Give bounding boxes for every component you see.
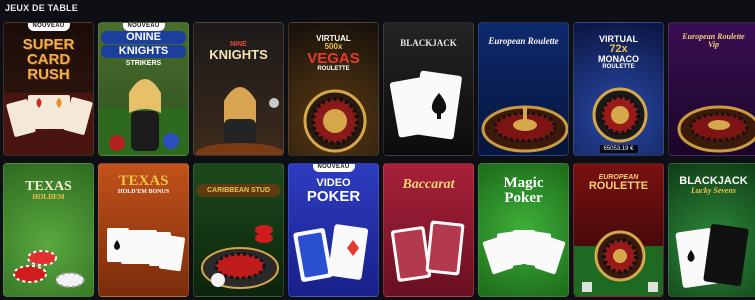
game-title: Baccarat xyxy=(402,177,455,192)
game-tile-nine-knights[interactable]: NINE KNIGHTS xyxy=(193,22,284,156)
game-tile-blackjack[interactable]: BLACKJACK xyxy=(383,22,474,156)
game-title: ONINE KNIGHTS STRIKERS xyxy=(101,31,186,67)
game-title: CARIBBEAN STUD xyxy=(196,184,281,197)
game-tile-super-card-rush[interactable]: NOUVEAU SUPER CARD RUSH xyxy=(3,22,94,156)
section-title: JEUX DE TABLE xyxy=(5,3,78,13)
game-title: NINE KNIGHTS xyxy=(209,41,268,62)
game-tile-magic-poker[interactable]: Magic Poker xyxy=(478,163,569,297)
game-tile-texas-holdem-bonus[interactable]: TEXAS HOLD'EM BONUS xyxy=(98,163,189,297)
game-title: EUROPEAN ROULETTE xyxy=(588,174,649,192)
new-badge: NOUVEAU xyxy=(122,23,165,31)
game-grid: NOUVEAU SUPER CARD RUSH NOUVEAU ONINE KN… xyxy=(3,22,755,298)
game-tile-onine-knights-strikers[interactable]: NOUVEAU ONINE KNIGHTS STRIKERS xyxy=(98,22,189,156)
new-badge: NOUVEAU xyxy=(312,164,355,172)
game-tile-video-poker[interactable]: NOUVEAU VIDEO POKER xyxy=(288,163,379,297)
game-tile-caribbean-stud[interactable]: CARIBBEAN STUD xyxy=(193,163,284,297)
game-tile-baccarat[interactable]: Baccarat xyxy=(383,163,474,297)
new-badge: NOUVEAU xyxy=(27,23,70,31)
game-tile-virtual-72x-monaco[interactable]: VIRTUAL 72x MONACO ROULETTE 65053,19 € xyxy=(573,22,664,156)
game-title: European Roulette xyxy=(488,36,559,46)
game-title: TEXAS HOLD'EM BONUS xyxy=(117,173,170,196)
game-tile-european-roulette-classic[interactable]: EUROPEAN ROULETTE xyxy=(573,163,664,297)
game-tile-european-roulette-vip[interactable]: European Roulette Vip xyxy=(668,22,755,156)
game-title: VIRTUAL 500x VEGAS ROULETTE xyxy=(307,34,360,73)
game-title: BLACKJACK xyxy=(400,38,457,48)
game-title: VIRTUAL 72x MONACO ROULETTE xyxy=(598,34,639,71)
jackpot-amount: 65053,19 € xyxy=(599,145,638,153)
game-tile-blackjack-lucky-sevens[interactable]: BLACKJACK Lucky Sevens xyxy=(668,163,755,297)
game-tile-virtual-500x-vegas[interactable]: VIRTUAL 500x VEGAS ROULETTE xyxy=(288,22,379,156)
game-tile-texas-holdem[interactable]: TEXAS HOLDEM xyxy=(3,163,94,297)
game-title: SUPER CARD RUSH xyxy=(22,36,75,83)
game-title: BLACKJACK Lucky Sevens xyxy=(679,175,748,195)
game-title: Magic Poker xyxy=(503,175,544,206)
game-title: European Roulette Vip xyxy=(682,32,745,49)
game-title: TEXAS HOLDEM xyxy=(25,179,72,201)
game-tile-european-roulette[interactable]: European Roulette xyxy=(478,22,569,156)
game-title: VIDEO POKER xyxy=(306,177,361,205)
